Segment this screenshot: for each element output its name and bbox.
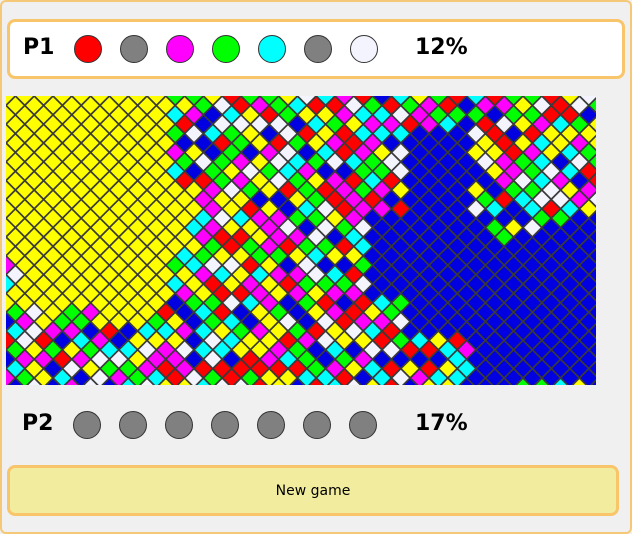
p1-color-gray-button[interactable] bbox=[304, 35, 332, 63]
player2-bar: P2 17% bbox=[0, 400, 632, 450]
p2-color-gray-button bbox=[165, 411, 193, 439]
p1-color-white-button[interactable] bbox=[350, 35, 378, 63]
p1-color-gray-button[interactable] bbox=[120, 35, 148, 63]
p1-color-green-button[interactable] bbox=[212, 35, 240, 63]
player2-label: P2 bbox=[22, 411, 54, 436]
player2-percent: 17% bbox=[415, 411, 468, 436]
p2-color-gray-button bbox=[73, 411, 101, 439]
p2-color-gray-button bbox=[211, 411, 239, 439]
player1-label: P1 bbox=[23, 35, 55, 60]
game-board[interactable] bbox=[6, 96, 596, 385]
p2-color-gray-button bbox=[349, 411, 377, 439]
p2-color-gray-button bbox=[303, 411, 331, 439]
p2-color-gray-button bbox=[257, 411, 285, 439]
board-grid[interactable] bbox=[6, 96, 596, 385]
player1-bar: P1 12% bbox=[7, 19, 625, 79]
p1-color-cyan-button[interactable] bbox=[258, 35, 286, 63]
player1-percent: 12% bbox=[415, 35, 468, 60]
p1-color-magenta-button[interactable] bbox=[166, 35, 194, 63]
new-game-button[interactable]: New game bbox=[7, 465, 619, 516]
p2-color-gray-button bbox=[119, 411, 147, 439]
p1-color-red-button[interactable] bbox=[74, 35, 102, 63]
